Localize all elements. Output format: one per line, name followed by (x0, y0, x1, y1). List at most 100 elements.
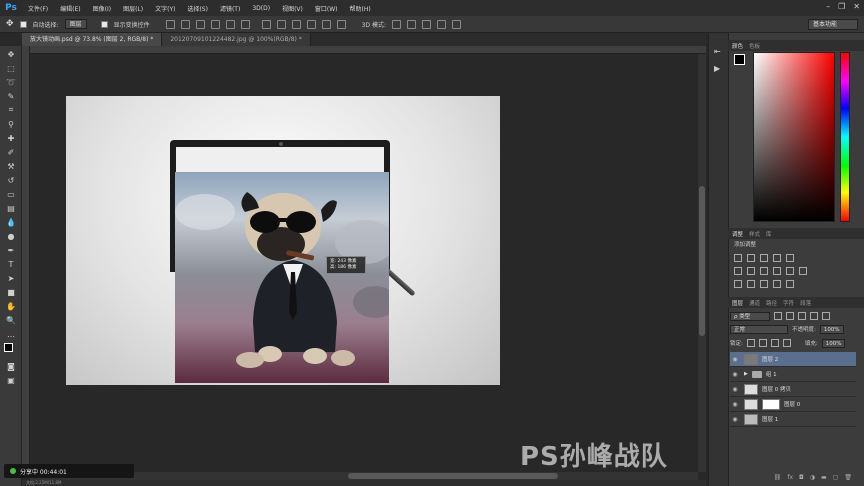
3d-roll-icon[interactable] (406, 19, 416, 29)
menu-layer[interactable]: 图层(L) (117, 4, 149, 13)
tab-channels[interactable]: 通道 (749, 299, 760, 307)
move-tool-icon[interactable]: ✥ (6, 19, 14, 29)
history-panel-icon[interactable]: ⇤ (714, 47, 723, 56)
filter-pixel-icon[interactable] (774, 312, 782, 320)
tab-document-1[interactable]: 放大镜动画.psd @ 73.8% (图层 2, RGB/8) * (22, 33, 163, 46)
opacity-input[interactable]: 100% (819, 324, 844, 334)
pen-tool-icon[interactable]: ✒ (3, 244, 19, 256)
auto-select-checkbox[interactable] (19, 20, 27, 28)
black-white-icon[interactable] (760, 267, 768, 275)
align-top-icon[interactable] (165, 19, 175, 29)
menu-help[interactable]: 帮助(H) (344, 4, 377, 13)
zoom-tool-icon[interactable]: 🔍 (3, 314, 19, 326)
visibility-eye-icon[interactable]: ◉ (730, 401, 740, 408)
distribute-right-icon[interactable] (336, 19, 346, 29)
align-bottom-icon[interactable] (195, 19, 205, 29)
filter-type-icon[interactable] (798, 312, 806, 320)
actions-panel-icon[interactable]: ▶ (714, 64, 723, 73)
menu-image[interactable]: 图像(I) (87, 4, 117, 13)
layer-row[interactable]: ◉ ▶ 组 1 (730, 367, 856, 382)
photo-filter-icon[interactable] (773, 267, 781, 275)
hand-tool-icon[interactable]: ✋ (3, 300, 19, 312)
gradient-tool-icon[interactable]: ▤ (3, 202, 19, 214)
blend-mode-dropdown[interactable]: 正常 (730, 324, 788, 334)
lasso-tool-icon[interactable]: ➰ (3, 76, 19, 88)
vertical-scroll-thumb[interactable] (699, 186, 705, 336)
menu-view[interactable]: 视图(V) (276, 4, 309, 13)
tab-paragraph[interactable]: 段落 (800, 299, 811, 307)
delete-layer-icon[interactable]: 🗑 (844, 474, 852, 484)
tab-layers[interactable]: 图层 (732, 299, 743, 307)
hue-saturation-icon[interactable] (734, 267, 742, 275)
expand-arrow-icon[interactable]: ▶ (744, 371, 748, 377)
new-group-icon[interactable]: ▬ (821, 474, 827, 484)
visibility-eye-icon[interactable]: ◉ (730, 416, 740, 423)
3d-scale-icon[interactable] (451, 19, 461, 29)
clone-stamp-tool-icon[interactable]: ⚒ (3, 160, 19, 172)
lock-all-icon[interactable] (782, 339, 791, 347)
3d-pan-icon[interactable] (421, 19, 431, 29)
filter-shape-icon[interactable] (810, 312, 818, 320)
foreground-color-swatch[interactable] (734, 54, 745, 65)
layer-row[interactable]: ◉ 图层 0 拷贝 (730, 382, 856, 397)
exposure-icon[interactable] (773, 254, 781, 262)
layer-row[interactable]: ◉ 图层 2 (730, 352, 856, 367)
add-mask-icon[interactable]: ◘ (799, 474, 804, 484)
brush-tool-icon[interactable]: ✐ (3, 146, 19, 158)
tab-paths[interactable]: 路径 (766, 299, 777, 307)
color-lookup-icon[interactable] (799, 267, 807, 275)
brightness-icon[interactable] (734, 254, 742, 262)
distribute-vcenter-icon[interactable] (276, 19, 286, 29)
tab-character[interactable]: 字符 (783, 299, 794, 307)
eraser-tool-icon[interactable]: ▭ (3, 188, 19, 200)
curves-icon[interactable] (760, 254, 768, 262)
path-select-tool-icon[interactable]: ➤ (3, 272, 19, 284)
pug-photo-layer[interactable] (175, 172, 389, 383)
color-swatches-icon[interactable] (3, 342, 19, 358)
visibility-eye-icon[interactable]: ◉ (730, 386, 740, 393)
lock-position-icon[interactable] (770, 339, 779, 347)
tab-document-2[interactable]: 20120709101224482.jpg @ 100%(RGB/8) * (162, 33, 311, 46)
invert-icon[interactable] (734, 280, 742, 288)
gradient-map-icon[interactable] (773, 280, 781, 288)
move-tool-icon[interactable]: ✥ (3, 48, 19, 60)
tab-adjustments[interactable]: 调整 (732, 230, 743, 238)
layer-row[interactable]: ◉ 图层 0 (730, 397, 856, 412)
eyedropper-tool-icon[interactable]: ⚲ (3, 118, 19, 130)
layer-filter-dropdown[interactable]: ρ 类型 (730, 311, 770, 321)
distribute-left-icon[interactable] (306, 19, 316, 29)
3d-slide-icon[interactable] (436, 19, 446, 29)
tab-styles[interactable]: 样式 (749, 230, 760, 238)
new-adjustment-icon[interactable]: ◑ (810, 474, 815, 484)
tab-swatches[interactable]: 色板 (749, 42, 760, 50)
align-vcenter-icon[interactable] (180, 19, 190, 29)
menu-type[interactable]: 文字(Y) (149, 4, 181, 13)
restore-icon[interactable]: ❐ (838, 2, 845, 11)
distribute-bottom-icon[interactable] (291, 19, 301, 29)
lock-paint-icon[interactable] (758, 339, 767, 347)
auto-select-dropdown[interactable]: 图层 (64, 19, 87, 29)
minimize-icon[interactable]: – (826, 2, 830, 11)
layer-row[interactable]: ◉ 图层 1 (730, 412, 856, 427)
layer-style-icon[interactable]: fx (787, 474, 793, 484)
distribute-top-icon[interactable] (261, 19, 271, 29)
posterize-icon[interactable] (747, 280, 755, 288)
layer-mask-thumbnail[interactable] (762, 398, 780, 410)
menu-file[interactable]: 文件(F) (22, 4, 54, 13)
crop-tool-icon[interactable]: ⌗ (3, 104, 19, 116)
screen-mode-icon[interactable]: ▣ (3, 374, 19, 386)
filter-smart-icon[interactable] (822, 312, 830, 320)
shape-tool-icon[interactable]: ■ (3, 286, 19, 298)
type-tool-icon[interactable]: T (3, 258, 19, 270)
tab-libraries[interactable]: 库 (766, 230, 772, 238)
selective-color-icon[interactable] (786, 280, 794, 288)
healing-brush-tool-icon[interactable]: ✚ (3, 132, 19, 144)
marquee-tool-icon[interactable]: ⬚ (3, 62, 19, 74)
threshold-icon[interactable] (760, 280, 768, 288)
filter-adjust-icon[interactable] (786, 312, 794, 320)
more-tools-icon[interactable]: … (3, 328, 19, 340)
dodge-tool-icon[interactable]: ● (3, 230, 19, 242)
3d-rotate-icon[interactable] (391, 19, 401, 29)
distribute-hcenter-icon[interactable] (321, 19, 331, 29)
visibility-eye-icon[interactable]: ◉ (730, 371, 740, 378)
